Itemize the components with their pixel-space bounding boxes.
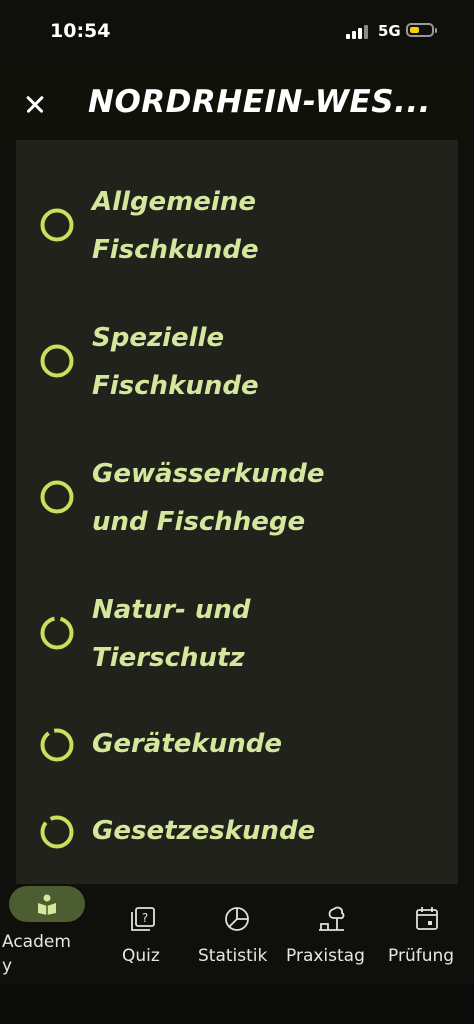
progress-ring-icon — [40, 815, 74, 849]
home-indicator-area — [0, 984, 474, 1024]
topic-label: Allgemeine Fischkunde — [92, 187, 259, 265]
progress-ring-icon — [40, 728, 74, 762]
progress-ring-icon — [40, 616, 74, 650]
topic-list: Allgemeine Fischkunde Spezielle Fischkunde… — [16, 140, 458, 885]
header: NORDRHEIN-WES... — [0, 70, 474, 140]
tab-statistik[interactable]: Statistik — [194, 884, 282, 984]
tab-quiz[interactable]: ? Quiz — [100, 884, 186, 984]
topic-item-natur-und-tierschutz[interactable]: Natur- und Tierschutz — [16, 586, 458, 686]
praxis-icon — [319, 906, 345, 931]
tab-academy-label: Academ y — [2, 932, 71, 976]
progress-ring-icon — [40, 344, 74, 378]
status-time: 10:54 — [50, 20, 111, 42]
close-icon[interactable] — [20, 89, 50, 119]
battery-icon — [406, 23, 437, 37]
tab-academy[interactable]: Academ y — [0, 884, 94, 984]
status-bar: 10:54 5G — [0, 0, 474, 64]
bottom-nav: Academ y ? Quiz Statistik Praxistag Prüf… — [0, 884, 474, 984]
tab-pruefung[interactable]: Prüfung — [386, 884, 472, 984]
topic-label: Spezielle Fischkunde — [92, 323, 259, 401]
page-title: NORDRHEIN-WES... — [88, 84, 431, 120]
tab-pruefung-label: Prüfung — [388, 946, 455, 966]
topic-label: Gewässerkunde und Fischhege — [92, 459, 325, 537]
topic-item-geraetekunde[interactable]: Gerätekunde — [16, 720, 458, 770]
topic-item-gesetzeskunde[interactable]: Gesetzeskunde — [16, 807, 458, 857]
tab-statistik-label: Statistik — [198, 946, 268, 966]
progress-ring-icon — [40, 480, 74, 514]
topic-item-gewaesserkunde[interactable]: Gewässerkunde und Fischhege — [16, 450, 458, 550]
topic-label: Gesetzeskunde — [92, 816, 316, 846]
topic-item-spezielle-fischkunde[interactable]: Spezielle Fischkunde — [16, 314, 458, 414]
topic-item-allgemeine-fischkunde[interactable]: Allgemeine Fischkunde — [16, 178, 458, 278]
signal-icon — [346, 25, 370, 39]
topic-label: Gerätekunde — [92, 729, 282, 759]
progress-ring-icon — [40, 208, 74, 242]
tab-praxistag-label: Praxistag — [286, 946, 365, 966]
topic-label: Natur- und Tierschutz — [92, 595, 251, 673]
tab-praxistag[interactable]: Praxistag — [284, 884, 380, 984]
book-reader-icon — [38, 894, 56, 915]
network-label: 5G — [378, 22, 401, 40]
pie-chart-icon — [225, 907, 249, 931]
calendar-icon — [416, 907, 438, 930]
svg-text:?: ? — [142, 911, 148, 925]
tab-quiz-label: Quiz — [122, 946, 160, 966]
quiz-icon: ? — [131, 907, 155, 931]
